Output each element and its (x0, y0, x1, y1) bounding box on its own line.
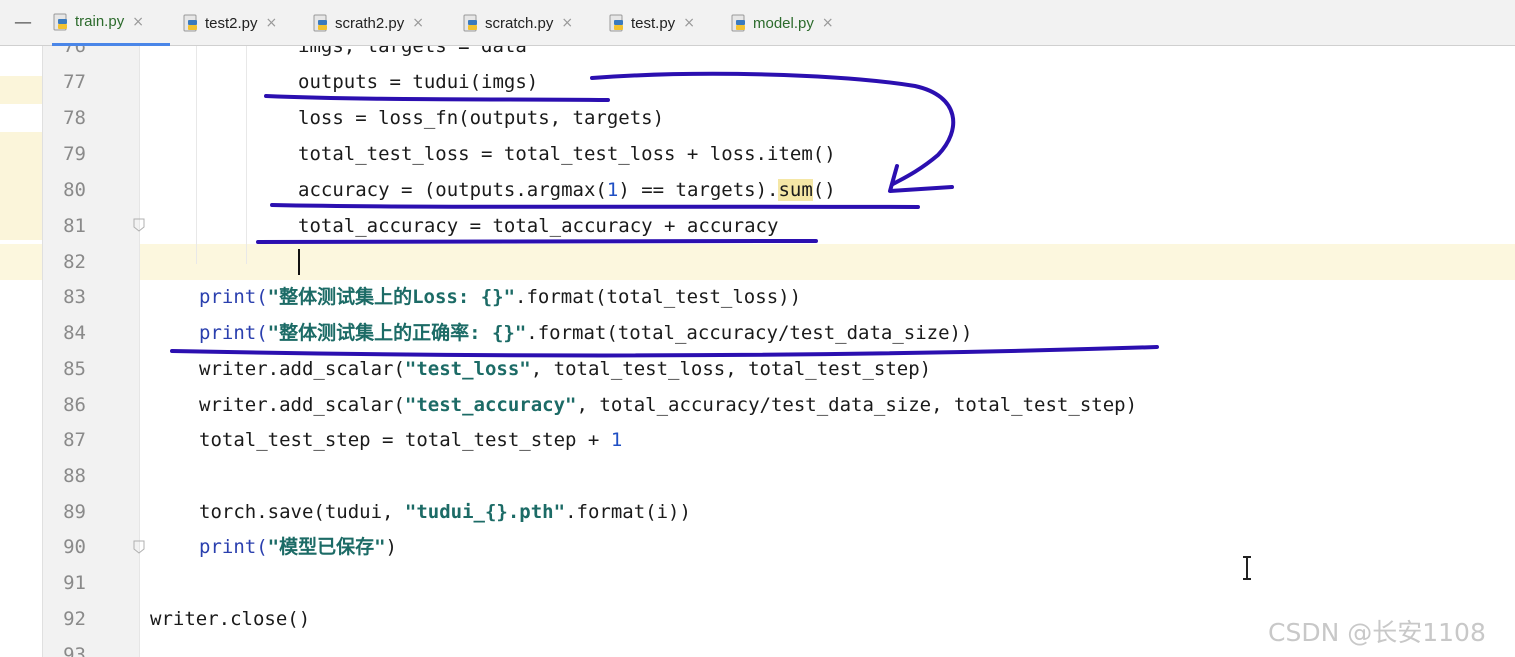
code-text: ) == targets). (618, 179, 779, 201)
code-line: writer.add_scalar("test_accuracy", total… (199, 387, 1137, 423)
code-text: , total_test_loss, total_test_step) (530, 358, 932, 380)
line-number: 88 (63, 465, 86, 487)
indent-guide (246, 46, 247, 264)
code-text: .format(i)) (565, 501, 691, 523)
tab-scratch-py[interactable]: scratch.py × (462, 0, 592, 46)
fold-marker-icon[interactable] (133, 540, 145, 554)
line-number: 80 (63, 179, 86, 201)
python-file-icon (462, 14, 480, 32)
tab-train-py[interactable]: train.py × (52, 0, 170, 46)
tab-label: scratch.py (485, 14, 554, 32)
code-highlight: sum (778, 179, 813, 201)
code-string: "整体测试集上的Loss: {}" (267, 286, 516, 308)
line-number: 87 (63, 429, 86, 451)
code-line: total_accuracy = total_accuracy + accura… (298, 215, 779, 237)
code-string: "整体测试集上的正确率: {}" (267, 322, 527, 344)
code-text: total_test_step = total_test_step + (199, 429, 611, 451)
collapse-icon[interactable]: — (14, 14, 36, 32)
line-number: 85 (63, 358, 86, 380)
close-icon[interactable]: × (683, 15, 695, 31)
code-line: total_test_step = total_test_step + 1 (199, 422, 622, 458)
code-number: 1 (610, 429, 623, 451)
code-line: loss = loss_fn(outputs, targets) (298, 107, 665, 129)
line-number: 77 (63, 71, 86, 93)
code-text: torch.save(tudui, (199, 501, 405, 523)
line-number: 83 (63, 286, 86, 308)
code-string: "test_loss" (404, 358, 531, 380)
close-icon[interactable]: × (266, 15, 278, 31)
tab-label: test.py (631, 14, 676, 32)
code-line: print("整体测试集上的正确率: {}".format(total_accu… (199, 315, 972, 351)
tab-label: scrath2.py (335, 14, 405, 32)
watermark: CSDN @长安1108 (1268, 618, 1486, 647)
line-number: 93 (63, 644, 86, 657)
line-number: 91 (63, 572, 86, 594)
close-icon[interactable]: × (132, 14, 144, 30)
code-keyword: print( (199, 286, 268, 308)
code-keyword: print( (199, 536, 268, 558)
python-file-icon (52, 13, 70, 31)
line-number: 78 (63, 107, 86, 129)
line-number: 89 (63, 501, 86, 523)
code-line: writer.add_scalar("test_loss", total_tes… (199, 351, 931, 387)
close-icon[interactable]: × (561, 15, 573, 31)
line-number: 82 (63, 251, 86, 273)
line-number: 86 (63, 394, 86, 416)
change-marker (0, 76, 42, 104)
code-line: print("整体测试集上的Loss: {}".format(total_tes… (199, 279, 801, 315)
tab-test-py[interactable]: test.py × (608, 0, 720, 46)
tab-label: test2.py (205, 14, 258, 32)
close-icon[interactable]: × (822, 15, 834, 31)
code-text: .format(total_test_loss)) (515, 286, 802, 308)
python-file-icon (182, 14, 200, 32)
indent-guide (196, 46, 197, 264)
code-line: total_test_loss = total_test_loss + loss… (298, 143, 836, 165)
tab-test2-py[interactable]: test2.py × (182, 0, 294, 46)
code-line: print("模型已保存") (199, 529, 397, 565)
code-line: torch.save(tudui, "tudui_{}.pth".format(… (199, 494, 691, 530)
code-string: "test_accuracy" (404, 394, 577, 416)
line-number: 92 (63, 608, 86, 630)
close-icon[interactable]: × (412, 15, 424, 31)
text-cursor (298, 249, 300, 275)
current-line-highlight (0, 244, 1515, 280)
line-number: 81 (63, 215, 86, 237)
editor-tab-bar: — train.py × test2.py × scrath2.py × scr… (0, 0, 1515, 46)
code-line: outputs = tudui(imgs) (298, 71, 539, 93)
code-text: accuracy = (outputs.argmax( (298, 179, 607, 201)
mouse-ibeam-cursor-icon (1243, 556, 1251, 580)
line-number: 84 (63, 322, 86, 344)
code-line: accuracy = (outputs.argmax(1) == targets… (298, 172, 836, 208)
code-line: imgs, targets = data (298, 46, 527, 57)
code-text: () (812, 179, 836, 201)
line-number: 90 (63, 536, 86, 558)
code-text: writer.add_scalar( (199, 394, 405, 416)
code-text: writer.add_scalar( (199, 358, 405, 380)
code-text: .format(total_accuracy/test_data_size)) (526, 322, 973, 344)
code-string: "模型已保存" (267, 536, 386, 558)
change-marker (0, 132, 42, 240)
code-text: , total_accuracy/test_data_size, total_t… (576, 394, 1138, 416)
code-string: "tudui_{}.pth" (404, 501, 566, 523)
code-number: 1 (606, 179, 619, 201)
tab-label: model.py (753, 14, 814, 32)
python-file-icon (312, 14, 330, 32)
code-editor[interactable]: 76 77 78 79 80 81 82 83 84 85 86 87 88 8… (0, 46, 1515, 657)
tab-model-py[interactable]: model.py × (730, 0, 850, 46)
line-number: 76 (63, 46, 86, 57)
python-file-icon (608, 14, 626, 32)
code-line: writer.close() (150, 608, 311, 630)
code-keyword: print( (199, 322, 268, 344)
code-text: ) (385, 536, 397, 558)
line-number: 79 (63, 143, 86, 165)
tab-scrath2-py[interactable]: scrath2.py × (312, 0, 446, 46)
python-file-icon (730, 14, 748, 32)
fold-marker-icon[interactable] (133, 218, 145, 232)
tab-label: train.py (75, 13, 125, 30)
